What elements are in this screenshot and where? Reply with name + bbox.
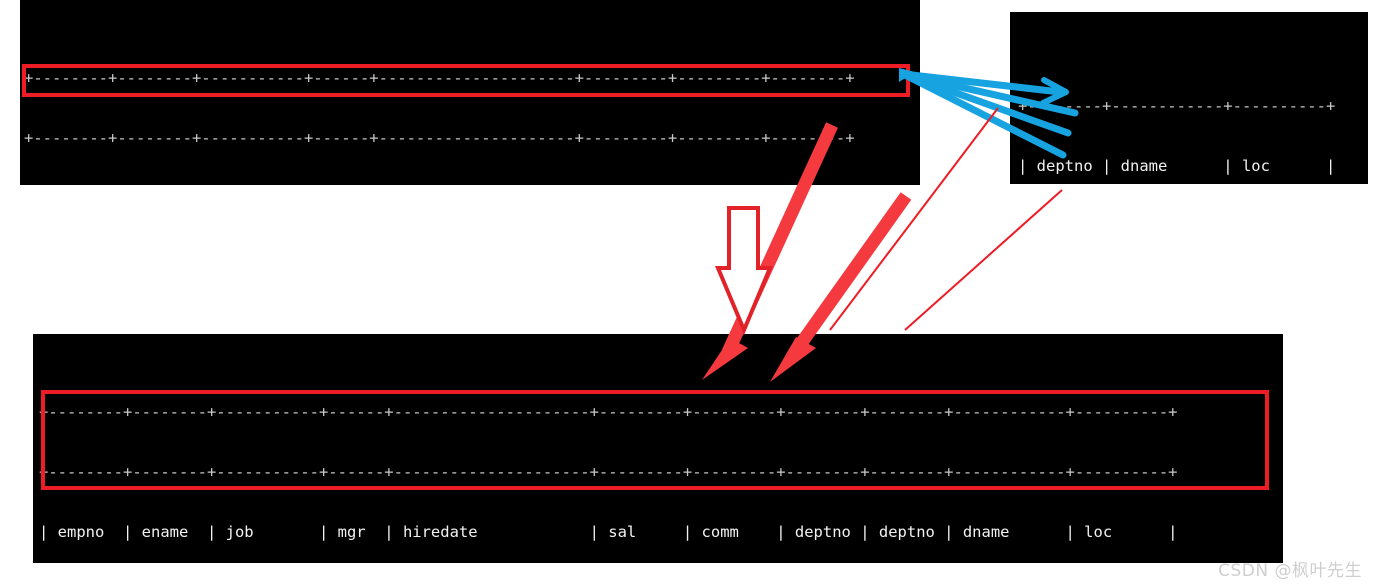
csdn-watermark: CSDN @枫叶先生 bbox=[1218, 561, 1362, 581]
join-result-terminal: +--------+--------+-----------+------+--… bbox=[33, 334, 1283, 563]
hollow-down-arrow-icon bbox=[714, 206, 774, 336]
emp-rule-cut: +--------+--------+-----------+------+--… bbox=[24, 69, 855, 87]
emp-rule-top: +--------+--------+-----------+------+--… bbox=[24, 129, 855, 147]
red-leader-line-dept bbox=[904, 189, 1063, 331]
join-rule-cut: +--------+--------+-----------+------+--… bbox=[39, 403, 1178, 421]
emp-table-terminal: +--------+--------+-----------+------+--… bbox=[20, 0, 920, 185]
screenshot-stage: +--------+--------+-----------+------+--… bbox=[0, 0, 1376, 587]
dept-header: | deptno | dname | loc | bbox=[1018, 157, 1336, 175]
join-header: | empno | ename | job | mgr | hiredate |… bbox=[39, 523, 1178, 541]
join-rule-top: +--------+--------+-----------+------+--… bbox=[39, 463, 1178, 481]
dept-rule-top: +--------+------------+----------+ bbox=[1018, 97, 1336, 115]
dept-table-terminal: +--------+------------+----------+ | dep… bbox=[1010, 12, 1368, 184]
